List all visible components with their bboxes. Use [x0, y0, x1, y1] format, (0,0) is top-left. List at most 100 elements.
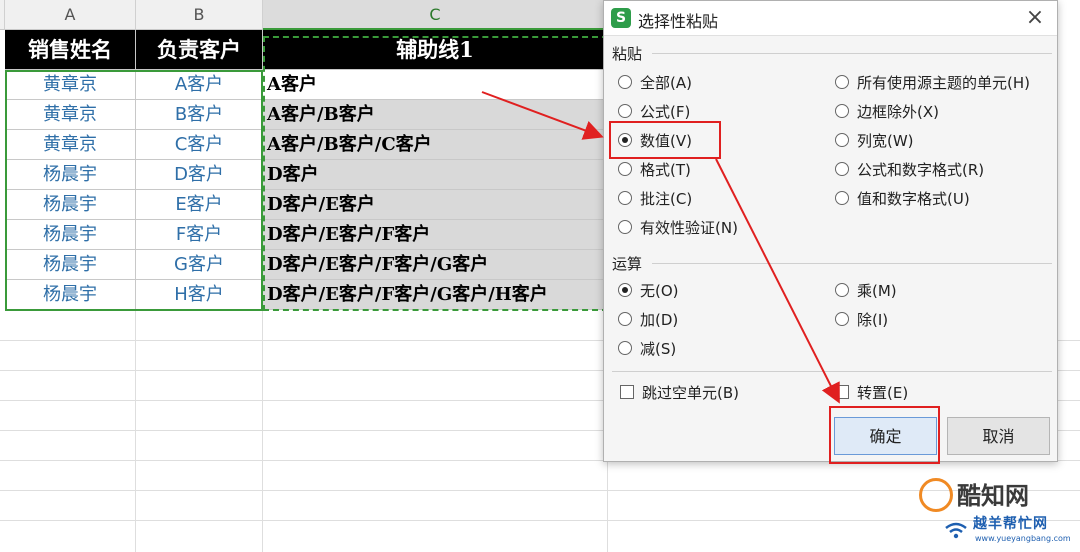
cell-c9[interactable]: D客户/E客户/F客户/G客户/H客户 — [263, 280, 608, 310]
dialog-title: 选择性粘贴 — [638, 12, 719, 31]
dialog-titlebar[interactable]: S 选择性粘贴 × — [604, 1, 1057, 36]
option-label: 公式(F) — [640, 103, 691, 121]
section-divider — [652, 53, 1052, 54]
option-label: 无(O) — [640, 282, 679, 300]
transpose-checkbox[interactable]: 转置(E) — [835, 381, 908, 405]
cell-b2[interactable]: A客户 — [136, 70, 263, 100]
cell-a6[interactable]: 杨晨宇 — [5, 190, 136, 220]
radio-icon — [835, 74, 849, 89]
cell-c7[interactable]: D客户/E客户/F客户 — [263, 220, 608, 250]
radio-icon — [618, 161, 632, 176]
watermark-subtitle: 越羊帮忙网 — [973, 516, 1048, 532]
watermark-url: www.yueyangbang.com — [975, 534, 1071, 543]
operation-option-divide[interactable]: 除(I) — [835, 308, 888, 332]
cell-a3[interactable]: 黄章京 — [5, 100, 136, 130]
cell-a8[interactable]: 杨晨宇 — [5, 250, 136, 280]
checkbox-icon — [835, 384, 849, 399]
watermark: 酷知网 越羊帮忙网 www.yueyangbang.com — [905, 470, 1080, 552]
radio-icon — [618, 219, 632, 234]
wps-app-icon: S — [611, 8, 631, 28]
paste-option-source-theme[interactable]: 所有使用源主题的单元(H) — [835, 71, 1030, 95]
option-label: 边框除外(X) — [857, 103, 939, 121]
operation-option-none[interactable]: 无(O) — [618, 279, 679, 303]
section-divider — [652, 263, 1052, 264]
watermark-title: 酷知网 — [957, 482, 1029, 510]
cell-c8[interactable]: D客户/E客户/F客户/G客户 — [263, 250, 608, 280]
cell-a9[interactable]: 杨晨宇 — [5, 280, 136, 310]
cell-c5[interactable]: D客户 — [263, 160, 608, 190]
close-icon[interactable]: × — [1021, 4, 1049, 32]
radio-icon — [618, 103, 632, 118]
paste-option-formulas[interactable]: 公式(F) — [618, 100, 690, 124]
option-label: 除(I) — [857, 311, 889, 329]
cell-c3[interactable]: A客户/B客户 — [263, 100, 608, 130]
paste-option-column-widths[interactable]: 列宽(W) — [835, 129, 914, 153]
radio-icon — [835, 190, 849, 205]
cell-c6[interactable]: D客户/E客户 — [263, 190, 608, 220]
paste-section-label: 粘贴 — [612, 45, 643, 63]
paste-option-formats[interactable]: 格式(T) — [618, 158, 691, 182]
option-label: 公式和数字格式(R) — [857, 161, 985, 179]
cell-b4[interactable]: C客户 — [136, 130, 263, 160]
radio-icon — [835, 282, 849, 297]
option-label: 批注(C) — [640, 190, 693, 208]
option-label: 加(D) — [640, 311, 679, 329]
column-header-b[interactable]: B — [136, 0, 263, 30]
column-header-c[interactable]: C — [263, 0, 608, 30]
option-label: 转置(E) — [857, 384, 909, 402]
option-label: 格式(T) — [640, 161, 691, 179]
watermark-logo-icon — [919, 478, 953, 512]
option-label: 数值(V) — [640, 132, 692, 150]
grid-line — [262, 310, 263, 552]
paste-option-values[interactable]: 数值(V) — [618, 129, 692, 153]
column-header-a[interactable]: A — [5, 0, 136, 30]
paste-option-validation[interactable]: 有效性验证(N) — [618, 216, 738, 240]
header-cell-customer[interactable]: 负责客户 — [136, 30, 263, 70]
radio-icon — [618, 311, 632, 326]
radio-selected-icon — [618, 132, 632, 147]
option-label: 所有使用源主题的单元(H) — [857, 74, 1030, 92]
radio-icon — [835, 161, 849, 176]
cancel-button[interactable]: 取消 — [947, 417, 1050, 455]
cell-a4[interactable]: 黄章京 — [5, 130, 136, 160]
radio-icon — [835, 103, 849, 118]
cell-c2[interactable]: A客户 — [263, 70, 608, 100]
cell-a2[interactable]: 黄章京 — [5, 70, 136, 100]
paste-option-except-borders[interactable]: 边框除外(X) — [835, 100, 939, 124]
option-label: 全部(A) — [640, 74, 692, 92]
ok-button[interactable]: 确定 — [834, 417, 937, 455]
grid-line — [135, 310, 136, 552]
row-header-corner — [0, 0, 5, 30]
checkbox-icon — [620, 384, 634, 399]
radio-icon — [835, 311, 849, 326]
operation-section-label: 运算 — [612, 255, 643, 273]
radio-selected-icon — [618, 282, 632, 297]
paste-option-comments[interactable]: 批注(C) — [618, 187, 692, 211]
option-label: 值和数字格式(U) — [857, 190, 970, 208]
option-label: 乘(M) — [857, 282, 897, 300]
radio-icon — [618, 74, 632, 89]
operation-option-subtract[interactable]: 减(S) — [618, 337, 676, 361]
cell-b6[interactable]: E客户 — [136, 190, 263, 220]
cell-a5[interactable]: 杨晨宇 — [5, 160, 136, 190]
paste-option-values-numbers[interactable]: 值和数字格式(U) — [835, 187, 970, 211]
cell-b9[interactable]: H客户 — [136, 280, 263, 310]
cell-c4[interactable]: A客户/B客户/C客户 — [263, 130, 608, 160]
cell-b8[interactable]: G客户 — [136, 250, 263, 280]
header-cell-sales-name[interactable]: 销售姓名 — [5, 30, 136, 70]
radio-icon — [835, 132, 849, 147]
operation-option-add[interactable]: 加(D) — [618, 308, 678, 332]
cell-a7[interactable]: 杨晨宇 — [5, 220, 136, 250]
header-cell-helper[interactable]: 辅助线1 — [263, 30, 608, 70]
paste-option-all[interactable]: 全部(A) — [618, 71, 692, 95]
wifi-icon — [943, 520, 969, 540]
cell-b5[interactable]: D客户 — [136, 160, 263, 190]
operation-option-multiply[interactable]: 乘(M) — [835, 279, 897, 303]
option-label: 列宽(W) — [857, 132, 914, 150]
option-label: 有效性验证(N) — [640, 219, 738, 237]
skip-blanks-checkbox[interactable]: 跳过空单元(B) — [620, 381, 739, 405]
option-label: 跳过空单元(B) — [642, 384, 739, 402]
paste-option-formulas-numbers[interactable]: 公式和数字格式(R) — [835, 158, 984, 182]
cell-b7[interactable]: F客户 — [136, 220, 263, 250]
cell-b3[interactable]: B客户 — [136, 100, 263, 130]
